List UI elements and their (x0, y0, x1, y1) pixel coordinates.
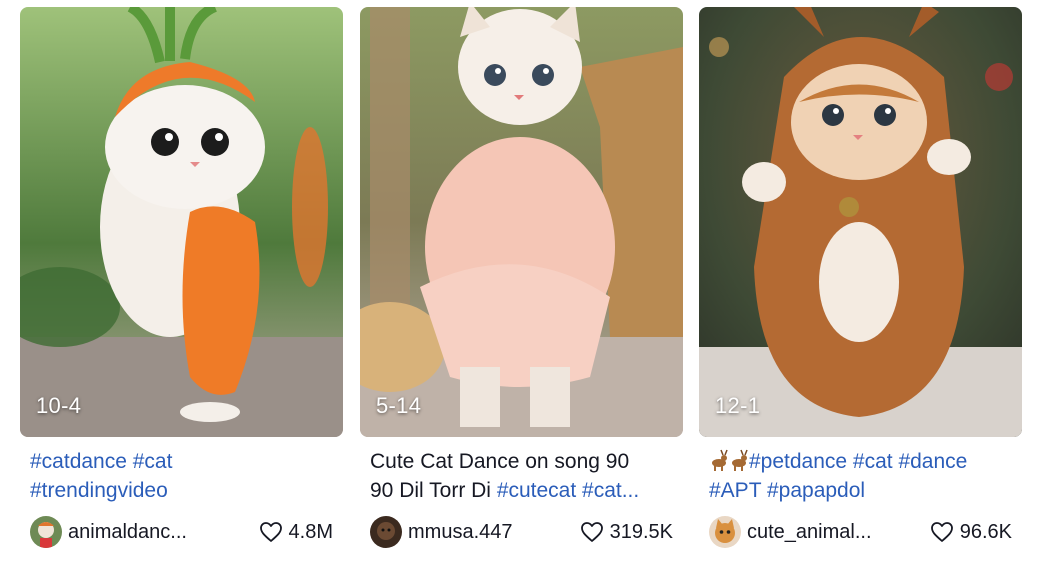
video-caption: #catdance #cat #trendingvideo (20, 447, 343, 505)
author-username[interactable]: cute_animal... (747, 521, 872, 544)
post-date: 5-14 (376, 393, 422, 418)
author-link[interactable]: animaldanc... (30, 516, 187, 548)
caption-text: 90 Dil Torr Di (370, 479, 497, 502)
hashtag-link[interactable]: #trendingvideo (30, 479, 168, 502)
caption-line: 90 Dil Torr Di #cutecat #cat... (370, 476, 673, 505)
avatar[interactable] (30, 516, 62, 548)
caption-line: #petdance #cat #dance (709, 447, 1012, 476)
hashtag-link[interactable]: #APT #papapdol (709, 479, 865, 502)
video-meta: mmusa.447 319.5K (360, 515, 683, 549)
hashtag-link[interactable]: #petdance #cat #dance (749, 450, 967, 473)
video-thumbnail[interactable]: 12-1 (699, 7, 1022, 437)
like-count-value: 4.8M (288, 520, 333, 543)
caption-line: #APT #papapdol (709, 476, 1012, 505)
video-meta: animaldanc... 4.8M (20, 515, 343, 549)
caption-line: Cute Cat Dance on song 90 (370, 447, 673, 476)
video-card[interactable]: 12-1 #petdance #cat #dance #APT #papapdo… (699, 7, 1022, 549)
hashtag-link[interactable]: #catdance #cat (30, 450, 172, 473)
like-count: 96.6K (930, 521, 1012, 544)
hashtag-link[interactable]: #cutecat #cat... (497, 479, 639, 502)
reindeer-emoji-icon (709, 449, 749, 471)
author-link[interactable]: mmusa.447 (370, 516, 513, 548)
heart-outline-icon (580, 522, 603, 542)
post-date: 10-4 (36, 393, 82, 418)
like-count: 319.5K (580, 521, 673, 544)
video-thumbnail[interactable]: 5-14 (360, 7, 683, 437)
post-date: 12-1 (715, 393, 761, 418)
caption-line: #trendingvideo (30, 476, 333, 505)
video-card[interactable]: 10-4 #catdance #cat #trendingvideo anima… (20, 7, 343, 549)
video-caption: #petdance #cat #dance #APT #papapdol (699, 447, 1022, 505)
caption-text: Cute Cat Dance on song 90 (370, 450, 630, 473)
author-username[interactable]: animaldanc... (68, 521, 187, 544)
thumbnail-image (20, 7, 343, 437)
like-count-value: 96.6K (959, 520, 1012, 543)
video-thumbnail[interactable]: 10-4 (20, 7, 343, 437)
avatar[interactable] (370, 516, 402, 548)
video-meta: cute_animal... 96.6K (699, 515, 1022, 549)
thumbnail-image (360, 7, 683, 437)
like-count-value: 319.5K (609, 520, 673, 543)
video-caption: Cute Cat Dance on song 90 90 Dil Torr Di… (360, 447, 683, 505)
author-username[interactable]: mmusa.447 (408, 521, 513, 544)
like-count: 4.8M (259, 521, 333, 544)
video-card[interactable]: 5-14 Cute Cat Dance on song 90 90 Dil To… (360, 7, 683, 549)
caption-line: #catdance #cat (30, 447, 333, 476)
thumbnail-image (699, 7, 1022, 437)
heart-outline-icon (930, 522, 953, 542)
author-link[interactable]: cute_animal... (709, 516, 872, 548)
heart-outline-icon (259, 522, 282, 542)
avatar[interactable] (709, 516, 741, 548)
